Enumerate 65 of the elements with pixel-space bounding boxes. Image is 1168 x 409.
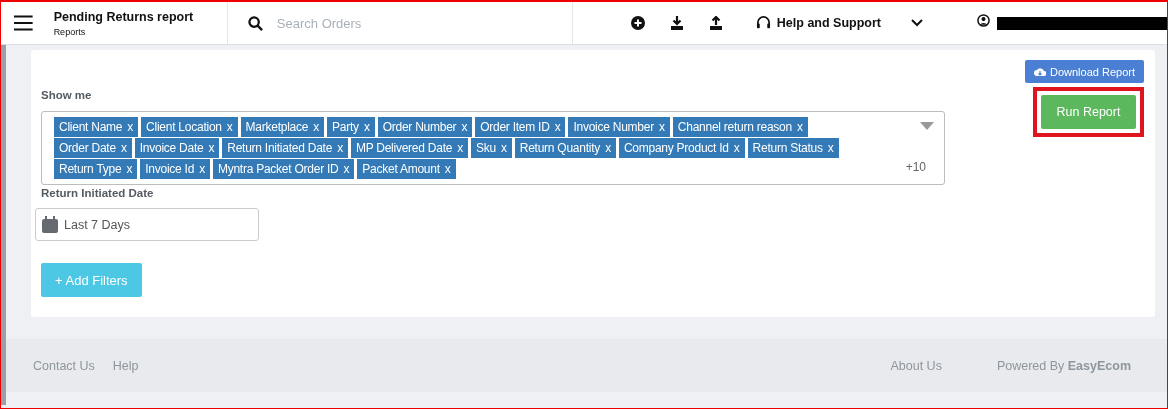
remove-tag-button[interactable]: x	[120, 141, 127, 155]
remove-tag-button[interactable]: x	[444, 162, 451, 176]
remove-tag-button[interactable]: x	[457, 141, 463, 155]
remove-tag-button[interactable]: x	[313, 120, 320, 134]
footer-link[interactable]: About Us	[890, 358, 942, 373]
field-label: Show me	[41, 89, 93, 101]
remove-tag-button[interactable]: x	[797, 120, 803, 134]
column-tag: Sku x	[471, 138, 512, 158]
help-link[interactable]: Help and Support	[776, 16, 881, 30]
column-tag: Return Status x	[747, 138, 839, 158]
remove-tag-button[interactable]: x	[554, 120, 561, 134]
column-tag: MP Delivered Date x	[350, 138, 468, 158]
column-tag: Party x	[327, 117, 375, 137]
breadcrumb: Reports	[53, 26, 87, 37]
remove-tag-button[interactable]: x	[363, 120, 370, 134]
remove-tag-button[interactable]: x	[208, 141, 215, 155]
remove-tag-button[interactable]: x	[659, 120, 665, 134]
field-label: Return Initiated Date	[41, 187, 155, 199]
cloud-download-icon	[1034, 66, 1046, 77]
column-tag: Return Type x	[54, 159, 138, 179]
dropdown-caret-icon[interactable]	[920, 122, 934, 130]
remove-tag-button[interactable]: x	[605, 141, 611, 155]
remove-tag-button[interactable]: x	[127, 120, 134, 134]
remove-tag-button[interactable]: x	[226, 120, 233, 134]
powered-by-text: Powered By EasyEcom	[996, 358, 1131, 373]
column-tag: Order Item ID x	[475, 117, 566, 137]
remove-tag-button[interactable]: x	[199, 162, 205, 176]
column-tag: Myntra Packet Order ID x	[212, 159, 355, 179]
chevron-down-icon[interactable]	[911, 19, 923, 27]
download-icon[interactable]	[669, 16, 684, 30]
column-tag: Order Date x	[54, 138, 132, 158]
column-tag: Client Location x	[141, 117, 238, 137]
upload-icon[interactable]	[708, 16, 723, 30]
date-range-field[interactable]: Last 7 Days	[35, 208, 259, 241]
footer-link[interactable]: Help	[112, 358, 139, 373]
remove-tag-button[interactable]: x	[343, 162, 350, 176]
remove-tag-button[interactable]: x	[461, 120, 468, 134]
download-report-button[interactable]: Download Report	[1025, 60, 1144, 83]
date-range-value: Last 7 Days	[64, 217, 130, 232]
footer-link[interactable]: Contact Us	[33, 358, 95, 373]
remove-tag-button[interactable]: x	[126, 162, 133, 176]
menu-icon[interactable]	[14, 15, 33, 31]
remove-tag-button[interactable]: x	[501, 141, 507, 155]
column-tag: Packet Amount x	[357, 159, 456, 179]
column-tag: Return Initiated Date x	[222, 138, 348, 158]
add-icon[interactable]	[630, 16, 645, 30]
column-tag: Return Quantity x	[514, 138, 616, 158]
column-tag: Invoice Number x	[568, 117, 670, 137]
page-title: Pending Returns report	[53, 9, 195, 24]
headset-icon	[755, 15, 771, 31]
column-tag: Invoice Date x	[134, 138, 220, 158]
remove-tag-button[interactable]: x	[337, 141, 343, 155]
column-tag: Channel return reason x	[672, 117, 808, 137]
column-tag: Marketplace x	[240, 117, 325, 137]
column-tag: Order Number x	[377, 117, 473, 137]
column-tag: Client Name x	[54, 117, 139, 137]
column-tag: Invoice Id x	[140, 159, 210, 179]
run-report-button[interactable]: Run Report	[1041, 95, 1136, 129]
user-icon[interactable]	[977, 13, 990, 27]
search-icon	[247, 15, 263, 31]
more-count: +10	[905, 160, 926, 174]
remove-tag-button[interactable]: x	[733, 141, 740, 155]
remove-tag-button[interactable]: x	[827, 141, 834, 155]
calendar-icon	[42, 216, 58, 233]
column-tag: Company Product Id x	[618, 138, 745, 158]
